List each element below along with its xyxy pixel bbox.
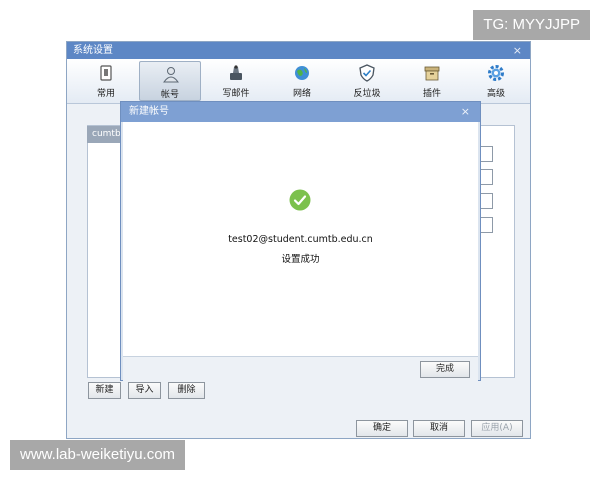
tab-compose[interactable]: 写邮件 (205, 61, 267, 101)
tab-network[interactable]: 网络 (271, 61, 333, 101)
dialog-footer: 完成 (123, 356, 478, 381)
dialog-title: 新建帐号 (129, 106, 169, 117)
settings-field[interactable] (479, 217, 493, 233)
account-list: cumtb (87, 126, 122, 378)
tab-advanced-label: 高级 (486, 89, 505, 99)
tab-account-label: 帐号 (160, 90, 179, 100)
tab-plugin[interactable]: 插件 (401, 61, 463, 101)
new-account-button[interactable]: 新建 (88, 382, 121, 399)
advanced-icon (488, 65, 504, 81)
antispam-icon (359, 64, 375, 82)
compose-icon (230, 65, 242, 80)
plugin-icon (424, 66, 440, 81)
cancel-button[interactable]: 取消 (413, 420, 465, 437)
settings-field[interactable] (479, 193, 493, 209)
watermark-bottom: www.lab-weiketiyu.com (10, 440, 186, 470)
settings-toolbar: 常用 帐号 写邮件 网络 反垃圾 插件 高级 (67, 59, 530, 104)
network-icon (295, 66, 309, 80)
ok-button[interactable]: 确定 (356, 420, 408, 437)
settings-close-icon[interactable]: × (513, 42, 522, 59)
settings-field[interactable] (479, 169, 493, 185)
settings-window-title: 系统设置 (73, 45, 113, 56)
tab-plugin-label: 插件 (422, 89, 441, 99)
account-email: test02@student.cumtb.edu.cn (228, 234, 373, 245)
settings-titlebar: 系统设置 × (67, 42, 530, 59)
tab-antispam-label: 反垃圾 (353, 89, 381, 99)
setup-status: 设置成功 (281, 254, 320, 265)
import-account-button[interactable]: 导入 (128, 382, 161, 399)
tab-compose-label: 写邮件 (222, 89, 250, 99)
delete-account-button[interactable]: 删除 (168, 382, 205, 399)
tab-general[interactable]: 常用 (75, 61, 137, 101)
tab-network-label: 网络 (292, 89, 311, 99)
general-icon (100, 65, 112, 81)
dialog-titlebar: 新建帐号 × (121, 102, 480, 122)
watermark-top: TG: MYYJJPP (473, 10, 590, 40)
tab-account[interactable]: 帐号 (139, 61, 201, 101)
dialog-close-icon[interactable]: × (461, 102, 470, 122)
finish-button[interactable]: 完成 (420, 361, 470, 378)
settings-field[interactable] (479, 146, 493, 162)
success-check-icon (289, 189, 311, 211)
apply-button[interactable]: 应用(A) (471, 420, 523, 437)
account-list-item[interactable]: cumtb (87, 126, 121, 143)
tab-advanced[interactable]: 高级 (465, 61, 527, 101)
tab-antispam[interactable]: 反垃圾 (336, 61, 398, 101)
account-icon (163, 67, 179, 83)
tab-general-label: 常用 (96, 89, 115, 99)
